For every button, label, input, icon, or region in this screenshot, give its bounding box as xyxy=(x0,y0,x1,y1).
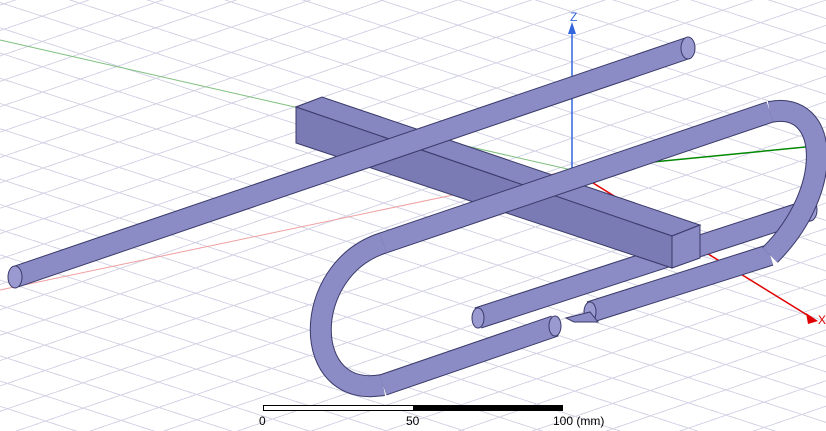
lower-loop-tube xyxy=(379,315,562,396)
x-axis-arrow-icon xyxy=(806,313,818,324)
scale-label-50: 50 xyxy=(406,414,420,428)
x-axis-label: X xyxy=(818,313,826,327)
z-axis-label: Z xyxy=(570,10,577,24)
scale-label-100: 100 (mm) xyxy=(553,414,605,428)
scale-label-0: 0 xyxy=(259,414,266,428)
3d-viewport[interactable]: Z X Y xyxy=(0,0,826,431)
scale-bar-white xyxy=(263,405,414,411)
left-bend xyxy=(309,232,387,398)
right-bend xyxy=(762,99,826,263)
boom-front-face xyxy=(295,106,673,269)
antenna-model[interactable] xyxy=(7,36,826,398)
scale-bar-black xyxy=(413,405,563,411)
y-axis-negative xyxy=(0,39,573,171)
